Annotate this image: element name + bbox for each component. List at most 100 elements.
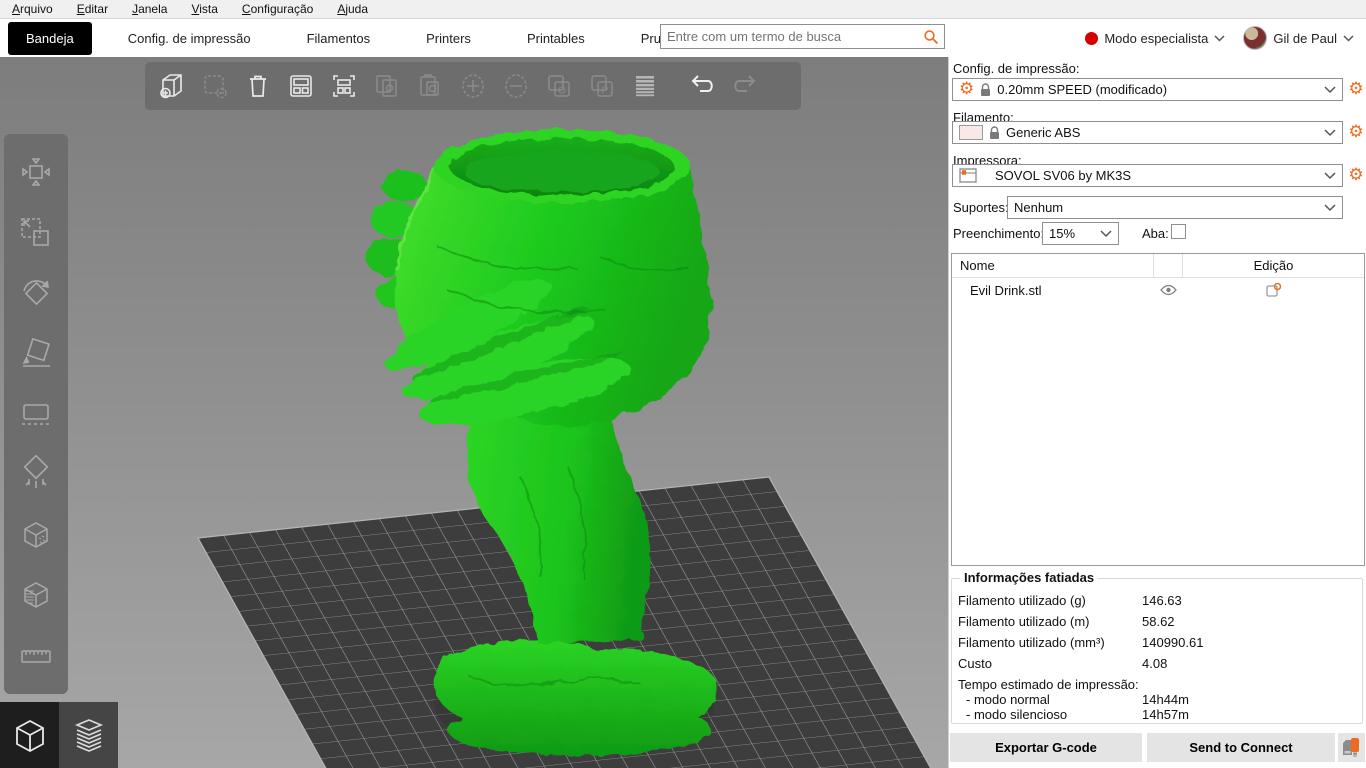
infill-combo[interactable]: 15% — [1042, 222, 1119, 245]
mode-selector[interactable]: Modo especialista — [1079, 27, 1231, 50]
redo-icon[interactable] — [728, 68, 762, 104]
viewport-3d[interactable]: O P — [0, 57, 948, 768]
user-menu[interactable]: Gil de Paul — [1237, 22, 1360, 54]
expert-mode-icon — [1085, 31, 1099, 45]
info-label: Filamento utilizado (m) — [958, 614, 1090, 629]
print-settings-value: 0.20mm SPEED (modificado) — [997, 82, 1168, 97]
print-settings-gear-button[interactable]: ⚙ — [1347, 80, 1365, 98]
gear-icon: ⚙ — [959, 79, 975, 99]
add-instance-icon[interactable] — [456, 68, 490, 104]
table-row[interactable]: Evil Drink.stl — [952, 278, 1364, 302]
tab-config-impressao[interactable]: Config. de impressão — [114, 23, 265, 54]
add-object-icon[interactable] — [155, 68, 189, 104]
menu-ajuda[interactable]: Ajuda — [325, 1, 380, 17]
info-value: 14h57m — [1142, 707, 1189, 722]
preview-view-button[interactable] — [59, 702, 118, 768]
chevron-down-icon — [1324, 203, 1336, 211]
export-gcode-button[interactable]: Exportar G-code — [950, 733, 1142, 762]
rotate-tool-icon[interactable] — [14, 271, 58, 315]
move-tool-icon[interactable] — [14, 150, 58, 194]
object-list: Nome Edição Evil Drink.stl — [951, 253, 1365, 566]
object-list-header: Nome Edição — [952, 254, 1364, 278]
multimaterial-paint-tool-icon[interactable] — [14, 573, 58, 617]
measure-tool-icon[interactable] — [14, 634, 58, 678]
search-icon[interactable] — [923, 29, 944, 45]
printer-gear-button[interactable]: ⚙ — [1347, 166, 1365, 184]
supports-value: Nenhum — [1014, 200, 1064, 215]
info-time-title: Tempo estimado de impressão: — [958, 677, 1139, 692]
object-name: Evil Drink.stl — [970, 282, 1042, 298]
sliced-info-title: Informações fatiadas — [960, 570, 1099, 585]
paste-icon[interactable] — [413, 68, 447, 104]
filament-gear-button[interactable]: ⚙ — [1347, 123, 1365, 141]
copy-icon[interactable] — [370, 68, 404, 104]
scale-tool-icon[interactable] — [14, 211, 58, 255]
filament-combo[interactable]: Generic ABS — [952, 121, 1343, 144]
svg-text:P: P — [602, 86, 609, 97]
print-settings-label: Config. de impressão: — [953, 61, 1080, 76]
supports-combo[interactable]: Nenhum — [1007, 196, 1343, 219]
paint-supports-tool-icon[interactable] — [14, 452, 58, 496]
brim-label: Aba: — [1142, 226, 1169, 241]
info-label: Custo — [958, 656, 992, 671]
variable-layer-height-icon[interactable] — [628, 68, 662, 104]
right-panel: Config. de impressão: ⚙ 0.20mm SPEED (mo… — [948, 57, 1366, 768]
delete-all-icon[interactable] — [241, 68, 275, 104]
tab-filamentos[interactable]: Filamentos — [293, 23, 385, 54]
infill-value: 15% — [1049, 226, 1076, 241]
info-value: 140990.61 — [1142, 635, 1204, 650]
menu-arquivo[interactable]: Arquivo — [0, 1, 65, 17]
lock-icon — [981, 82, 991, 96]
info-label: Filamento utilizado (g) — [958, 593, 1086, 608]
export-to-sd-button[interactable] — [1338, 733, 1365, 762]
infill-label: Preenchimento: — [953, 226, 1045, 241]
menu-vista[interactable]: Vista — [179, 1, 229, 17]
cut-tool-icon[interactable] — [14, 392, 58, 436]
print-settings-combo[interactable]: ⚙ 0.20mm SPEED (modificado) — [952, 78, 1343, 101]
info-label: - modo normal — [966, 692, 1050, 707]
split-parts-icon[interactable]: P — [585, 68, 619, 104]
chevron-down-icon — [1100, 229, 1112, 237]
mode-label: Modo especialista — [1104, 30, 1209, 46]
chevron-down-icon — [1324, 85, 1336, 93]
menu-bar: Arquivo Editar Janela Vista Configuração… — [0, 0, 1366, 19]
column-header-name: Nome — [952, 254, 1154, 277]
action-button-row: Exportar G-code Send to Connect — [949, 733, 1366, 762]
split-objects-icon[interactable]: O — [542, 68, 576, 104]
printer-combo[interactable]: SOVOL SV06 by MK3S — [952, 164, 1343, 187]
seam-paint-tool-icon[interactable] — [14, 513, 58, 557]
undo-icon[interactable] — [685, 68, 719, 104]
view-mode-switch — [0, 702, 118, 768]
chevron-down-icon — [1324, 171, 1336, 179]
tab-bandeja[interactable]: Bandeja — [8, 21, 92, 55]
send-to-connect-button[interactable]: Send to Connect — [1147, 733, 1335, 762]
brim-checkbox[interactable] — [1171, 224, 1186, 239]
arrange-icon[interactable] — [284, 68, 318, 104]
eye-icon[interactable] — [1154, 284, 1183, 296]
delete-object-icon[interactable] — [198, 68, 232, 104]
filament-color-swatch — [959, 125, 983, 140]
lock-icon — [990, 125, 999, 139]
left-toolbar — [4, 134, 68, 694]
menu-editar[interactable]: Editar — [65, 1, 120, 17]
tab-printables[interactable]: Printables — [513, 23, 599, 54]
menu-janela[interactable]: Janela — [120, 1, 179, 17]
printer-icon — [959, 168, 977, 183]
edit-object-icon[interactable] — [1183, 282, 1364, 298]
search-box[interactable] — [660, 24, 945, 49]
tab-printers[interactable]: Printers — [412, 23, 485, 54]
scene-canvas[interactable] — [0, 57, 948, 768]
arrange-selection-icon[interactable] — [327, 68, 361, 104]
info-value: 146.63 — [1142, 593, 1182, 608]
chevron-down-icon — [1214, 34, 1225, 42]
column-header-visibility — [1154, 254, 1183, 277]
search-input[interactable] — [661, 29, 923, 44]
info-value: 58.62 — [1142, 614, 1175, 629]
chevron-down-icon — [1343, 34, 1354, 42]
menu-configuracao[interactable]: Configuração — [230, 1, 325, 17]
info-value: 4.08 — [1142, 656, 1168, 671]
place-on-face-tool-icon[interactable] — [14, 332, 58, 376]
user-name: Gil de Paul — [1273, 30, 1337, 46]
editor-view-button[interactable] — [0, 702, 59, 768]
remove-instance-icon[interactable] — [499, 68, 533, 104]
